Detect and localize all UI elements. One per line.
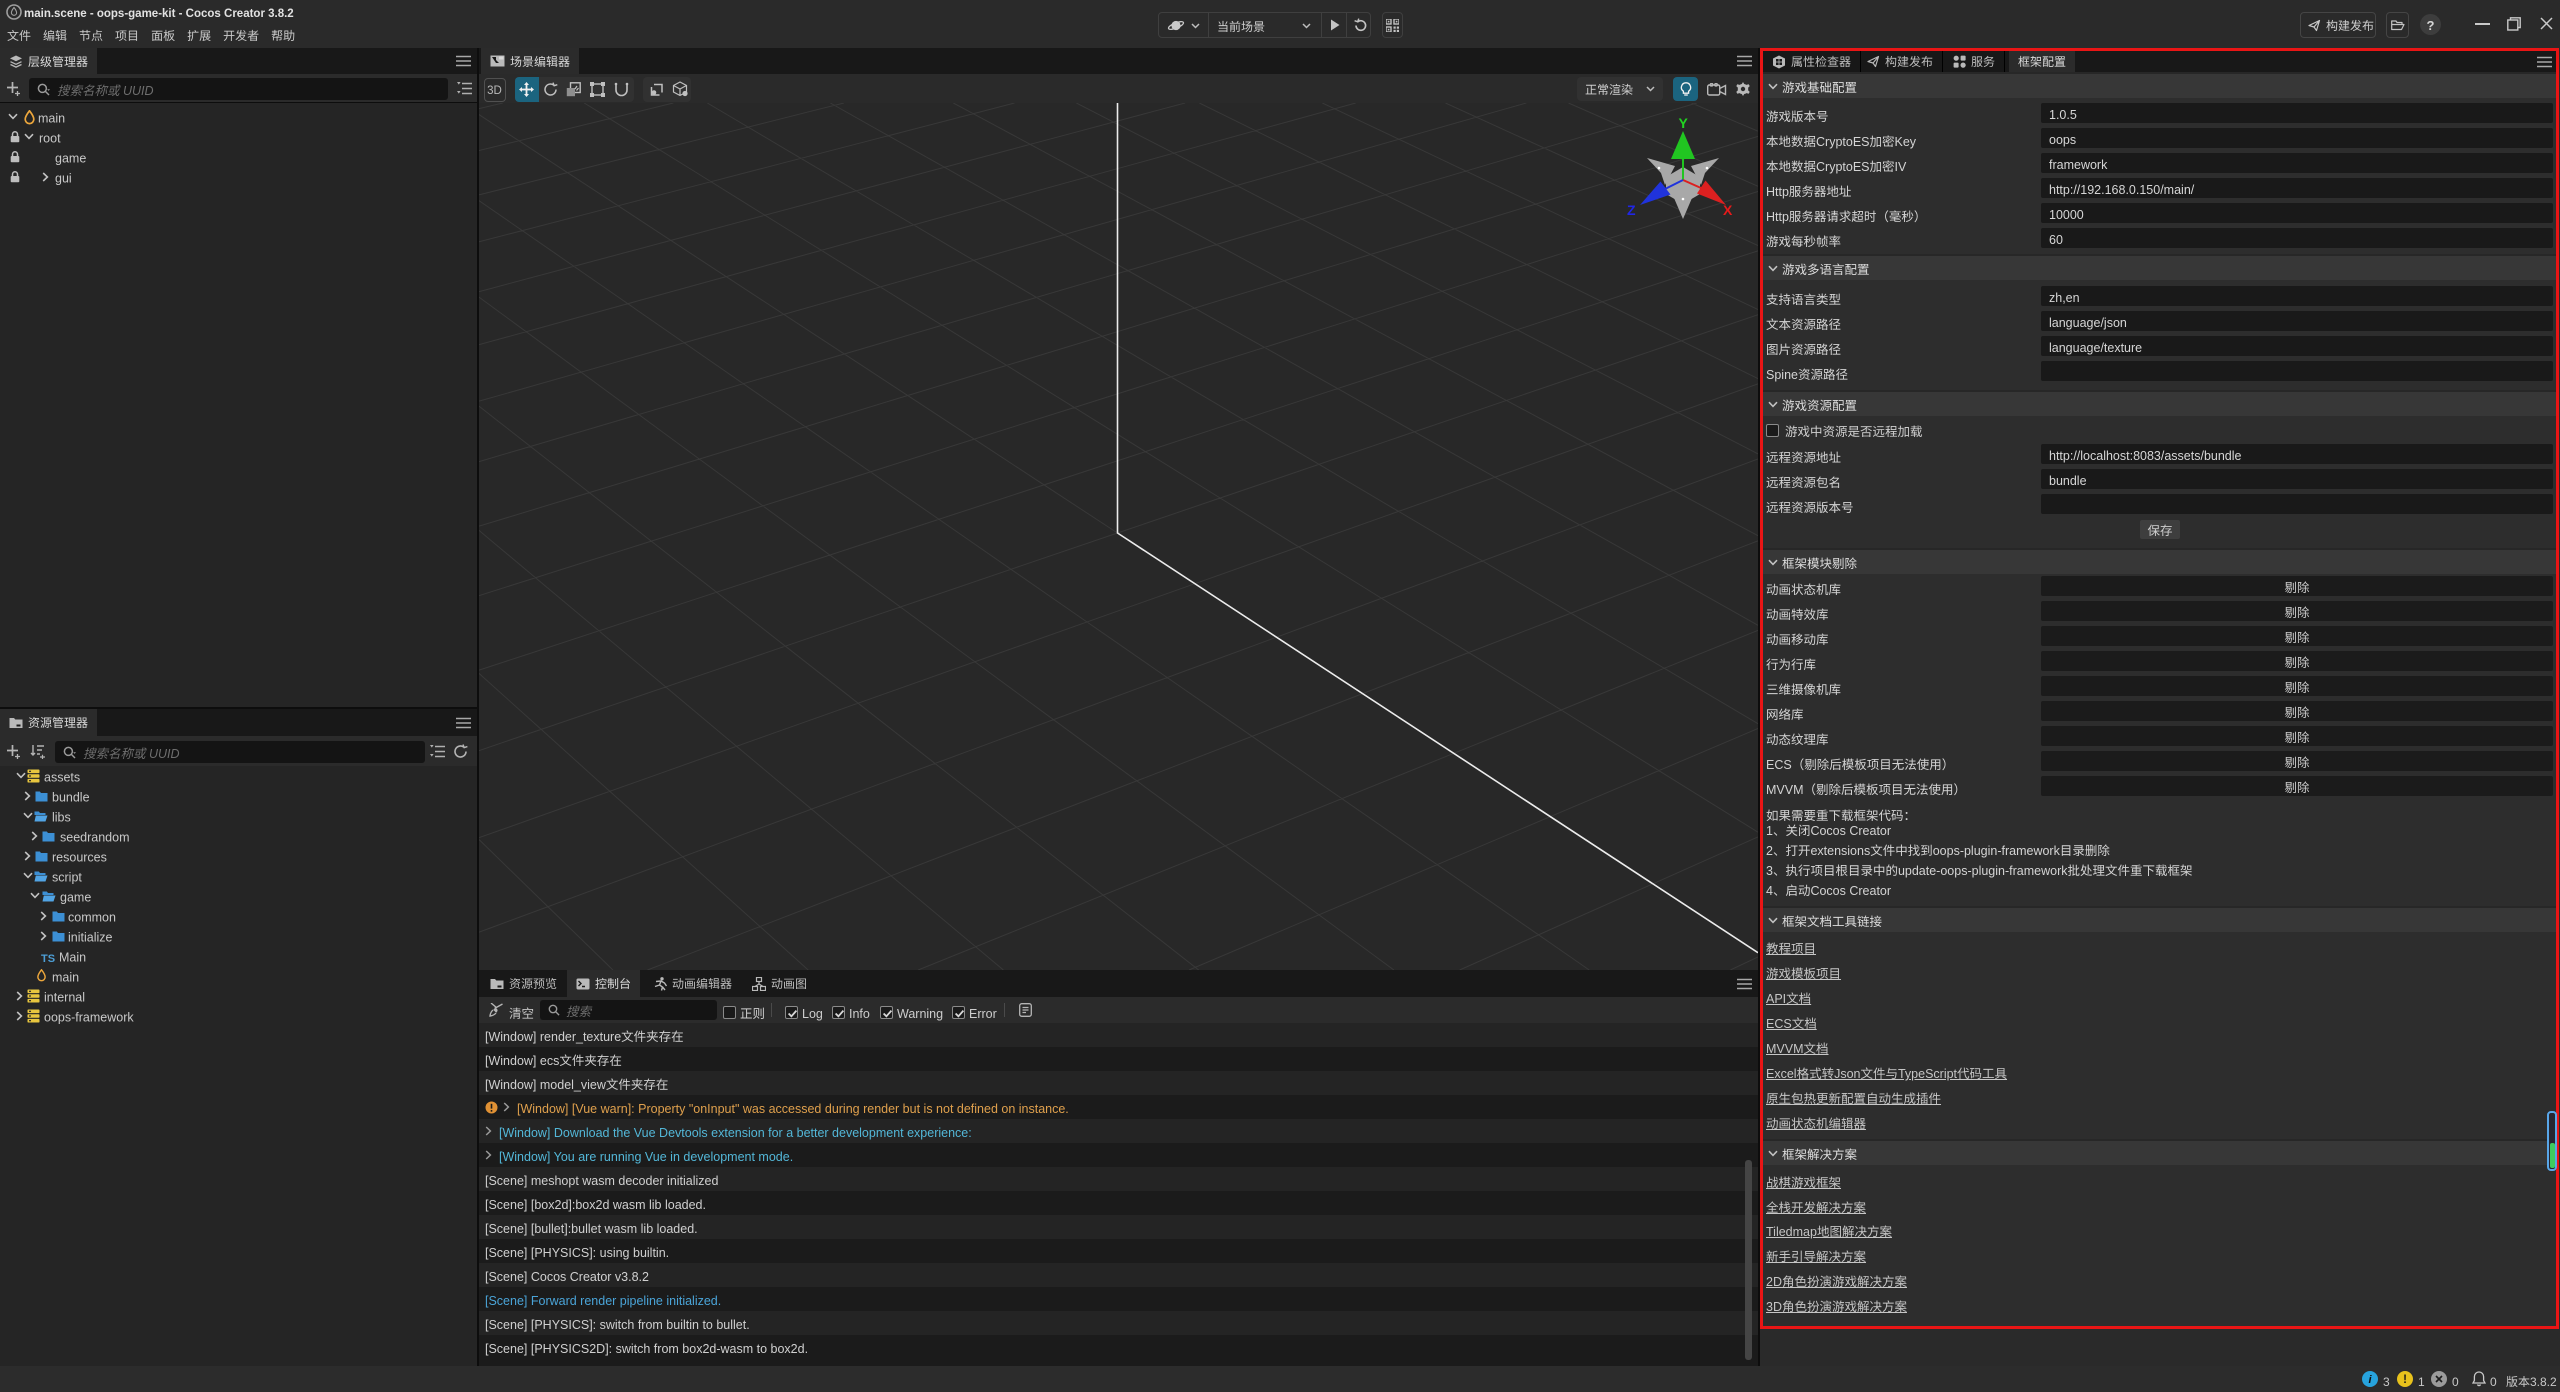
svg-text:Z: Z <box>1627 202 1636 218</box>
svg-text:Y: Y <box>1679 115 1689 131</box>
svg-text:X: X <box>1723 202 1733 218</box>
